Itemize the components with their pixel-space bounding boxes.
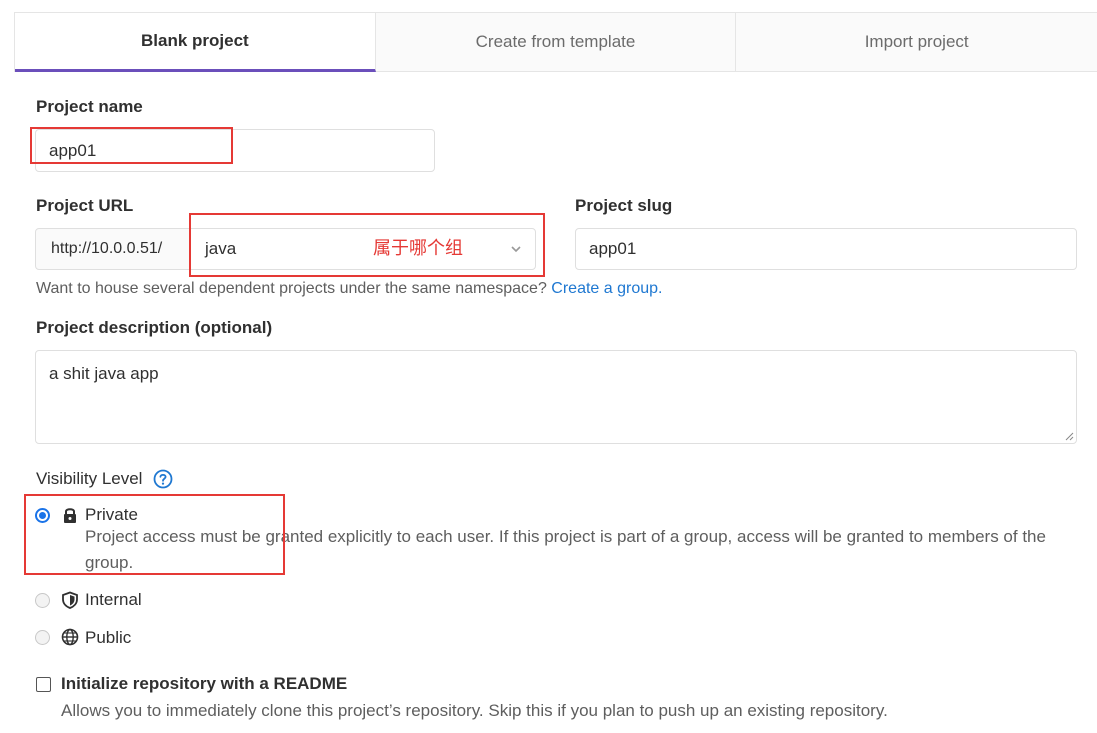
- initialize-readme-checkbox[interactable]: [36, 677, 51, 692]
- project-slug-label: Project slug: [575, 196, 673, 215]
- project-description-label: Project description (optional): [36, 318, 273, 337]
- project-tabs: Blank project Create from template Impor…: [14, 12, 1097, 72]
- project-url-prefix-text: http://10.0.0.51/: [51, 240, 163, 257]
- namespace-help-text: Want to house several dependent projects…: [36, 280, 662, 298]
- tab-create-from-template[interactable]: Create from template: [375, 13, 737, 72]
- chevron-down-icon: [511, 246, 521, 253]
- project-description-value: a shit java app: [49, 364, 159, 383]
- create-group-link[interactable]: Create a group.: [551, 280, 662, 297]
- visibility-public-radio[interactable]: [35, 630, 50, 645]
- project-name-input[interactable]: app01: [35, 129, 435, 172]
- project-name-value: app01: [49, 140, 97, 160]
- project-description-textarea[interactable]: a shit java app: [35, 350, 1077, 444]
- lock-icon: [64, 508, 76, 523]
- initialize-readme-description: Allows you to immediately clone this pro…: [61, 701, 888, 720]
- tab-import-project[interactable]: Import project: [736, 13, 1097, 72]
- project-url-prefix: http://10.0.0.51/: [35, 228, 190, 270]
- shield-icon: [62, 591, 78, 609]
- tab-blank-project[interactable]: Blank project: [15, 13, 376, 72]
- visibility-internal-radio[interactable]: [35, 593, 50, 608]
- question-circle-icon[interactable]: [153, 469, 173, 489]
- initialize-readme-label[interactable]: Initialize repository with a README: [61, 674, 347, 694]
- namespace-value: java: [205, 239, 237, 258]
- globe-icon: [61, 628, 79, 646]
- visibility-private-radio[interactable]: [35, 508, 50, 523]
- project-slug-input[interactable]: app01: [575, 228, 1077, 270]
- visibility-internal-title: Internal: [85, 590, 142, 609]
- visibility-level-label: Visibility Level: [36, 469, 143, 488]
- annotation-text: 属于哪个组: [373, 238, 463, 258]
- namespace-help-sentence: Want to house several dependent projects…: [36, 280, 547, 297]
- visibility-private-title: Private: [85, 505, 138, 524]
- visibility-private-description: Project access must be granted explicitl…: [85, 527, 1046, 572]
- project-url-label: Project URL: [36, 196, 134, 215]
- visibility-public-title: Public: [85, 628, 132, 647]
- project-slug-value: app01: [589, 239, 637, 258]
- namespace-select[interactable]: java: [190, 228, 536, 270]
- project-name-label: Project name: [36, 97, 143, 116]
- resize-grip-icon[interactable]: [1064, 431, 1074, 441]
